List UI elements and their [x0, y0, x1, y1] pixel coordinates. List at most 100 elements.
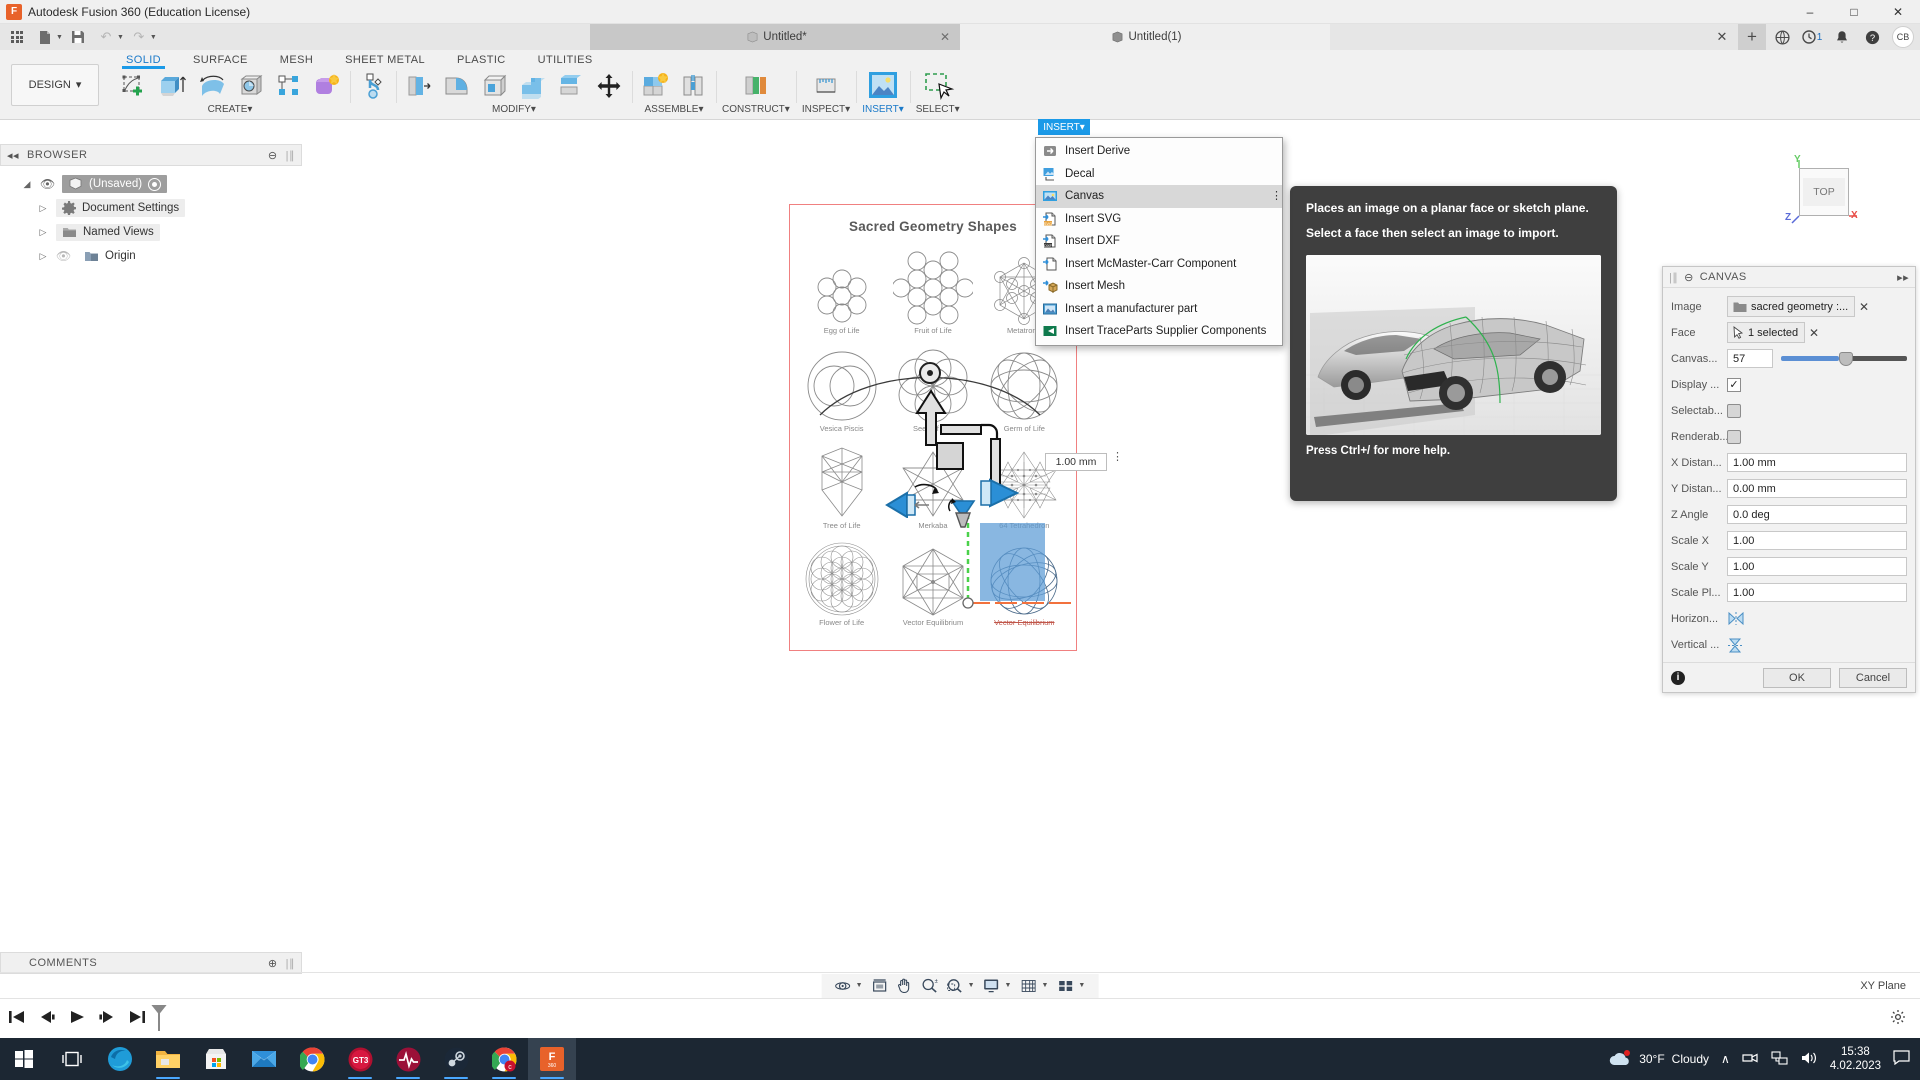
revolve-icon[interactable]	[196, 69, 230, 103]
volume-icon[interactable]	[1800, 1051, 1818, 1068]
dimension-overflow-icon[interactable]: ⋮	[1112, 455, 1123, 460]
insert-active-label[interactable]: INSERT▾	[1038, 119, 1090, 135]
insert-dropdown-menu[interactable]: Insert Derive Decal Canvas ⋮ SVG Insert …	[1035, 137, 1283, 346]
offset-plane-icon[interactable]	[739, 69, 773, 103]
globe-icon[interactable]	[1768, 24, 1796, 50]
tab-mesh[interactable]: MESH	[264, 50, 329, 66]
zoom-icon[interactable]: ±	[919, 976, 941, 996]
opacity-slider[interactable]	[1781, 349, 1907, 368]
z-angle-input[interactable]: 0.0 deg	[1727, 505, 1907, 524]
measure-icon[interactable]	[809, 69, 843, 103]
minimize-button[interactable]: –	[1788, 0, 1832, 24]
step-back-icon[interactable]	[38, 1009, 56, 1028]
fusion360-taskbar-icon[interactable]: F360	[528, 1038, 576, 1080]
sweep-icon[interactable]	[234, 69, 268, 103]
save-icon[interactable]	[65, 26, 91, 48]
collapse-icon[interactable]: ◂◂	[7, 149, 19, 162]
combine-icon[interactable]	[516, 69, 550, 103]
shell-icon[interactable]	[478, 69, 512, 103]
start-button[interactable]	[0, 1038, 48, 1080]
dialog-grip[interactable]: |∥	[1669, 271, 1678, 284]
opacity-input[interactable]: 57	[1727, 349, 1773, 368]
pattern-icon[interactable]	[272, 69, 306, 103]
expand-arrow-icon[interactable]: ▷	[36, 227, 50, 238]
tree-item-document-settings[interactable]: ▷ Document Settings	[0, 196, 302, 220]
tab-surface[interactable]: SURFACE	[177, 50, 264, 66]
cancel-button[interactable]: Cancel	[1839, 668, 1907, 688]
orbit-icon[interactable]	[832, 976, 854, 996]
chrome-icon[interactable]	[288, 1038, 336, 1080]
taskbar-clock[interactable]: 15:38 4.02.2023	[1830, 1045, 1881, 1074]
slider-knob[interactable]	[1839, 352, 1853, 366]
viewports-icon[interactable]	[1054, 976, 1076, 996]
selectable-checkbox[interactable]	[1727, 404, 1741, 418]
fillet-icon[interactable]	[440, 69, 474, 103]
face-selection[interactable]: 1 selected	[1727, 322, 1805, 343]
flip-horizontal-icon[interactable]	[1727, 611, 1745, 627]
press-pull-icon[interactable]	[402, 69, 436, 103]
task-view-icon[interactable]	[48, 1038, 96, 1080]
tab-solid[interactable]: SOLID	[110, 50, 177, 66]
joint-icon[interactable]	[676, 69, 710, 103]
viewports-caret-icon[interactable]: ▼	[1078, 982, 1085, 989]
tray-chevron-icon[interactable]: ∧	[1721, 1052, 1730, 1066]
step-forward-icon[interactable]	[98, 1009, 116, 1028]
play-icon[interactable]	[68, 1009, 86, 1028]
grid-settings-icon[interactable]	[1017, 976, 1039, 996]
y-distance-input[interactable]: 0.00 mm	[1727, 479, 1907, 498]
eye-off-icon[interactable]: 👁	[56, 249, 72, 263]
move-copy-icon[interactable]	[592, 69, 626, 103]
new-file-icon[interactable]	[32, 26, 58, 48]
display-checkbox[interactable]: ✓	[1727, 378, 1741, 392]
gt3-icon[interactable]: GT3	[336, 1038, 384, 1080]
x-distance-input[interactable]: 1.00 mm	[1727, 453, 1907, 472]
doc-tab-close-icon[interactable]: ✕	[940, 30, 950, 44]
tree-item-unsaved[interactable]: ◢ 👁 (Unsaved)	[0, 172, 302, 196]
clear-image-icon[interactable]: ✕	[1855, 300, 1873, 314]
tree-item-named-views[interactable]: ▷ Named Views	[0, 220, 302, 244]
skip-to-start-icon[interactable]	[8, 1009, 26, 1028]
timeline-marker[interactable]	[158, 1007, 160, 1031]
add-tab-button[interactable]: +	[1738, 24, 1766, 50]
close-button[interactable]: ✕	[1876, 0, 1920, 24]
network-icon[interactable]	[1771, 1051, 1788, 1068]
zoom-window-icon[interactable]	[944, 976, 966, 996]
mail-icon[interactable]	[240, 1038, 288, 1080]
scale-plane-input[interactable]: 1.00	[1727, 583, 1907, 602]
doc-tab-untitled-1[interactable]: Untitled(1)	[960, 24, 1330, 50]
file-explorer-icon[interactable]	[144, 1038, 192, 1080]
menu-item-insert-svg[interactable]: SVG Insert SVG	[1036, 208, 1282, 231]
insert-canvas-icon[interactable]	[864, 69, 902, 103]
extrude-icon[interactable]	[154, 69, 192, 103]
skip-to-end-icon[interactable]	[128, 1009, 146, 1028]
menu-item-canvas[interactable]: Canvas ⋮	[1036, 185, 1282, 208]
info-icon[interactable]: i	[1671, 671, 1685, 685]
help-icon[interactable]: ?	[1858, 24, 1886, 50]
tree-item-origin[interactable]: ▷ 👁 Origin	[0, 244, 302, 268]
dialog-expand-icon[interactable]: ▸▸	[1897, 271, 1909, 284]
maximize-button[interactable]: □	[1832, 0, 1876, 24]
create-sketch-icon[interactable]	[116, 69, 150, 103]
job-status-icon[interactable]: 1	[1798, 24, 1826, 50]
timeline-settings-gear-icon[interactable]	[1890, 1009, 1906, 1029]
bell-icon[interactable]	[1828, 24, 1856, 50]
workspace-switcher-button[interactable]: DESIGN ▾	[11, 64, 99, 106]
zoom-window-caret-icon[interactable]: ▼	[968, 982, 975, 989]
fit-icon[interactable]	[869, 976, 891, 996]
chrome-canary-icon[interactable]: c	[480, 1038, 528, 1080]
dialog-collapse-icon[interactable]: ⊖	[1684, 271, 1694, 284]
panel-grip[interactable]: |∥	[286, 149, 295, 162]
canvas-overflow-icon[interactable]: ⋮	[1271, 194, 1274, 199]
split-body-icon[interactable]	[554, 69, 588, 103]
avatar[interactable]: CB	[1892, 26, 1914, 48]
steam-icon[interactable]	[432, 1038, 480, 1080]
scale-x-input[interactable]: 1.00	[1727, 531, 1907, 550]
action-center-icon[interactable]	[1893, 1050, 1910, 1068]
menu-item-insert-mesh[interactable]: Insert Mesh	[1036, 275, 1282, 298]
onedrive-icon[interactable]	[1742, 1051, 1759, 1068]
menu-item-insert-traceparts[interactable]: Insert TraceParts Supplier Components	[1036, 320, 1282, 343]
sheet-metal-flange-icon[interactable]	[356, 69, 390, 103]
redo-icon[interactable]: ↷	[126, 26, 152, 48]
menu-item-insert-dxf[interactable]: DXF Insert DXF	[1036, 230, 1282, 253]
dimension-value-field[interactable]: 1.00 mm	[1045, 453, 1107, 471]
